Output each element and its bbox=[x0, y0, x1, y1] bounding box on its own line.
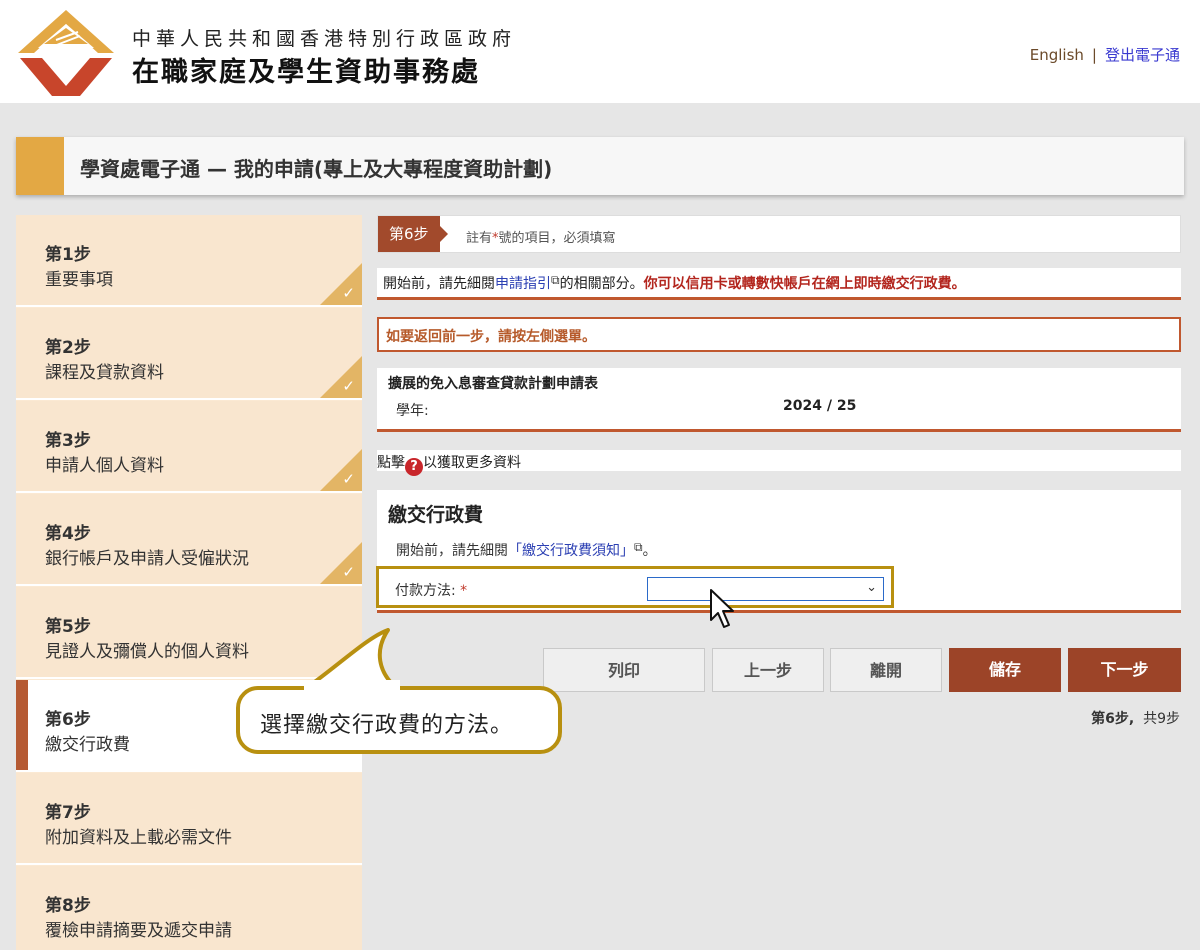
completed-corner bbox=[320, 542, 362, 584]
step-label: 課程及貸款資料 bbox=[45, 363, 164, 383]
completed-corner bbox=[320, 263, 362, 305]
mouse-pointer-icon bbox=[710, 589, 734, 628]
help-pre: 點擊 bbox=[377, 455, 405, 471]
save-button[interactable]: 儲存 bbox=[949, 648, 1061, 692]
intro-line: 開始前，請先細閱申請指引⧉的相關部分。你可以信用卡或轉數快帳戶在網上即時繳交行政… bbox=[377, 268, 1181, 300]
back-navigation-note: 如要返回前一步，請按左側選單。 bbox=[377, 317, 1181, 352]
intro-post: 的相關部分。 bbox=[559, 276, 644, 292]
fee-notice-link[interactable]: 「繳交行政費須知」 bbox=[508, 543, 634, 559]
previous-step-button[interactable]: 上一步 bbox=[712, 648, 824, 692]
step-number: 第5步 bbox=[45, 617, 91, 637]
step-label: 重要事項 bbox=[45, 270, 113, 290]
step-label: 銀行帳戶及申請人受僱狀況 bbox=[45, 549, 249, 569]
step-number: 第4步 bbox=[45, 524, 91, 544]
leave-button[interactable]: 離開 bbox=[830, 648, 942, 692]
sidebar-item-step2[interactable]: 第2步 課程及貸款資料 ✓ bbox=[16, 308, 362, 400]
step-number: 第2步 bbox=[45, 338, 91, 358]
step-label: 附加資料及上載必需文件 bbox=[45, 828, 232, 848]
step-label: 覆檢申請摘要及遞交申請 bbox=[45, 921, 232, 941]
department-name: 在職家庭及學生資助事務處 bbox=[132, 57, 480, 88]
site-header: 中華人民共和國香港特別行政區政府 在職家庭及學生資助事務處 English | 登出… bbox=[0, 0, 1200, 103]
fee-intro-pre: 開始前，請先細閱 bbox=[396, 543, 508, 559]
external-link-icon: ⧉ bbox=[551, 273, 560, 287]
required-note: 註有*號的項目，必須填寫 bbox=[466, 227, 616, 246]
step-number: 第7步 bbox=[45, 803, 91, 823]
check-icon: ✓ bbox=[342, 470, 355, 488]
instruction-callout: 選擇繳交行政費的方法。 bbox=[236, 686, 562, 754]
completed-corner bbox=[320, 356, 362, 398]
payment-notice: 你可以信用卡或轉數快帳戶在網上即時繳交行政費。 bbox=[643, 276, 966, 292]
callout-joint bbox=[304, 680, 400, 692]
wfsfaa-logo-icon bbox=[18, 10, 114, 96]
next-step-button[interactable]: 下一步 bbox=[1068, 648, 1181, 692]
admin-fee-section: 繳交行政費 開始前，請先細閱「繳交行政費須知」⧉。 付款方法: * ⌄ bbox=[376, 490, 1181, 613]
logout-link[interactable]: 登出電子通 bbox=[1105, 46, 1180, 64]
callout-text: 選擇繳交行政費的方法。 bbox=[260, 713, 514, 738]
page-title: 學資處電子通 — 我的申請(專上及大專程度資助計劃) bbox=[80, 157, 553, 181]
check-icon: ✓ bbox=[342, 563, 355, 581]
sidebar-item-step3[interactable]: 第3步 申請人個人資料 ✓ bbox=[16, 401, 362, 493]
form-info-panel: 擴展的免入息審查貸款計劃申請表 學年: 2024 / 25 bbox=[377, 368, 1181, 432]
completed-corner bbox=[320, 449, 362, 491]
intro-pre: 開始前，請先細閱 bbox=[383, 276, 495, 292]
step-number: 第3步 bbox=[45, 431, 91, 451]
step-label: 申請人個人資料 bbox=[45, 456, 164, 476]
check-icon: ✓ bbox=[342, 377, 355, 395]
required-note-post: 號的項目，必須填寫 bbox=[498, 231, 616, 246]
academic-year-label: 學年: bbox=[396, 403, 429, 419]
step-label: 見證人及彌償人的個人資料 bbox=[45, 642, 249, 662]
payment-method-label: 付款方法: * bbox=[395, 580, 467, 600]
guide-link[interactable]: 申請指引 bbox=[495, 276, 551, 292]
total-step-count: 共9步 bbox=[1143, 711, 1180, 727]
required-star: * bbox=[460, 583, 468, 599]
check-icon: ✓ bbox=[342, 284, 355, 302]
help-post: 以獲取更多資料 bbox=[423, 455, 521, 471]
step-number: 第8步 bbox=[45, 896, 91, 916]
step-progress: 第6步, 共9步 bbox=[1091, 708, 1180, 728]
academic-year-value: 2024 / 25 bbox=[783, 398, 857, 414]
required-note-pre: 註有 bbox=[466, 231, 493, 246]
fee-intro: 開始前，請先細閱「繳交行政費須知」⧉。 bbox=[396, 540, 657, 560]
page-title-bar: 學資處電子通 — 我的申請(專上及大專程度資助計劃) bbox=[16, 137, 1184, 195]
current-step-badge: 第6步 bbox=[378, 216, 448, 252]
link-separator: | bbox=[1091, 46, 1097, 64]
fee-intro-post: 。 bbox=[642, 543, 657, 559]
top-links: English | 登出電子通 bbox=[1030, 44, 1180, 65]
sidebar-item-step7[interactable]: 第7步 附加資料及上載必需文件 bbox=[16, 773, 362, 865]
sidebar-item-step4[interactable]: 第4步 銀行帳戶及申請人受僱狀況 ✓ bbox=[16, 494, 362, 586]
action-buttons: 列印 上一步 離開 儲存 下一步 bbox=[543, 648, 1181, 692]
step-number: 第1步 bbox=[45, 245, 91, 265]
section-title: 繳交行政費 bbox=[388, 504, 484, 526]
sidebar-item-step1[interactable]: 第1步 重要事項 ✓ bbox=[16, 215, 362, 307]
english-link[interactable]: English bbox=[1030, 46, 1084, 64]
title-accent bbox=[16, 137, 64, 195]
step-header: 第6步 註有*號的項目，必須填寫 bbox=[377, 215, 1181, 253]
step-label: 繳交行政費 bbox=[45, 735, 130, 755]
form-name: 擴展的免入息審查貸款計劃申請表 bbox=[388, 376, 598, 392]
print-button[interactable]: 列印 bbox=[543, 648, 705, 692]
payment-method-row: 付款方法: * ⌄ bbox=[376, 566, 894, 608]
step-sidebar: 第1步 重要事項 ✓ 第2步 課程及貸款資料 ✓ 第3步 申請人個人資料 ✓ 第… bbox=[16, 215, 362, 950]
chevron-down-icon: ⌄ bbox=[866, 580, 877, 595]
step-number: 第6步 bbox=[45, 710, 91, 730]
help-icon[interactable]: ? bbox=[405, 458, 423, 476]
sidebar-item-step8[interactable]: 第8步 覆檢申請摘要及遞交申請 bbox=[16, 866, 362, 950]
help-line: 點擊? 以獲取更多資料 bbox=[377, 450, 1181, 476]
payment-method-label-text: 付款方法: bbox=[395, 583, 456, 599]
external-link-icon: ⧉ bbox=[634, 540, 643, 554]
government-name: 中華人民共和國香港特別行政區政府 bbox=[132, 28, 517, 50]
payment-method-select[interactable]: ⌄ bbox=[647, 577, 884, 601]
current-step-count: 第6步, bbox=[1091, 711, 1135, 727]
